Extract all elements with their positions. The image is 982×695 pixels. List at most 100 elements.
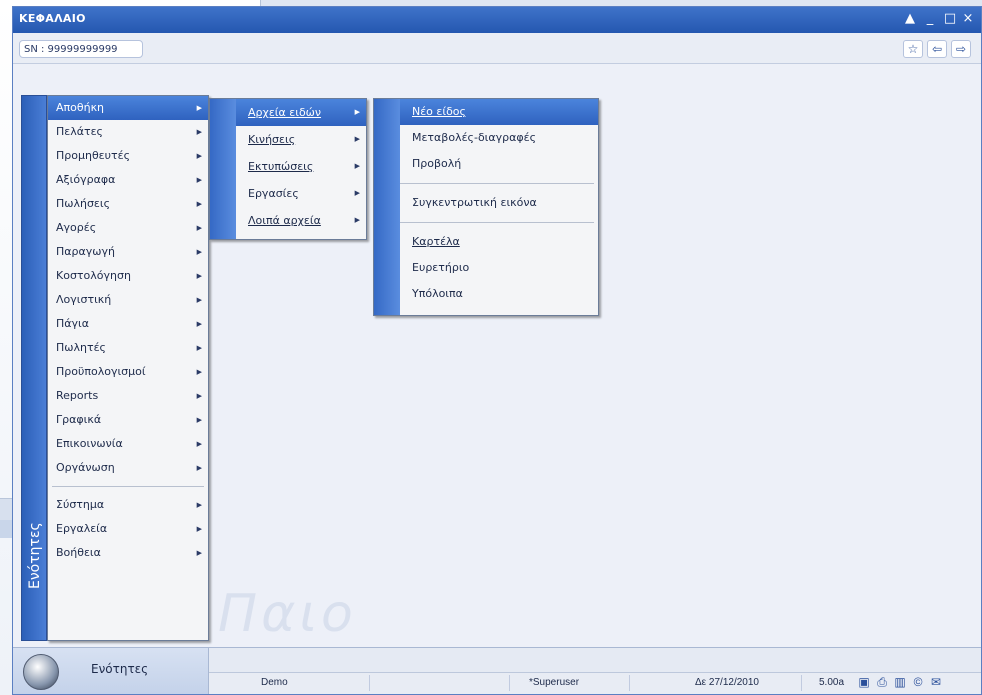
submenu-arrow-icon: ▶ <box>196 525 202 533</box>
menu-item-index[interactable]: Ευρετήριο <box>400 255 598 281</box>
menu-item-tools[interactable]: Εργαλεία ▶ <box>48 517 208 541</box>
menu-item-budgets[interactable]: Προϋπολογισμοί ▶ <box>48 360 208 384</box>
submenu-arrow-icon: ▶ <box>354 189 360 197</box>
watermark-logo: Παιο <box>218 584 357 644</box>
menu-item-label: Ευρετήριο <box>412 261 470 274</box>
expand-icon[interactable]: ▲ <box>901 11 919 27</box>
status-user: *Superuser <box>529 677 580 688</box>
menu-item-label: Προμηθευτές <box>56 149 131 162</box>
menu-item-card[interactable]: Καρτέλα <box>400 229 598 255</box>
menu-item-other-files[interactable]: Λοιπά αρχεία ▶ <box>236 207 366 234</box>
menu-item-customers[interactable]: Πελάτες ▶ <box>48 120 208 144</box>
menu-item-graphics[interactable]: Γραφικά ▶ <box>48 408 208 432</box>
menu-item-label: Σύστημα <box>56 498 105 511</box>
submenu-arrow-icon: ▶ <box>354 108 360 116</box>
menu-item-label: Εργαλεία <box>56 522 108 535</box>
menu-item-summary-view[interactable]: Συγκεντρωτική εικόνα <box>400 190 598 216</box>
status-version: 5.00a <box>819 677 845 688</box>
star-icon[interactable]: ☆ <box>903 40 923 58</box>
menu-item-fixed-assets[interactable]: Πάγια ▶ <box>48 312 208 336</box>
menu-item-securities[interactable]: Αξιόγραφα ▶ <box>48 168 208 192</box>
barcode-icon[interactable]: ▥ <box>893 675 907 689</box>
submenu-arrow-icon: ▶ <box>196 549 202 557</box>
submenu-arrow-icon: ▶ <box>196 272 202 280</box>
menu-item-label: Λογιστική <box>56 293 112 306</box>
bottom-bar: Ενότητες Demo *Superuser Δε 27/12/2010 5… <box>13 647 981 694</box>
status-separator <box>801 675 802 691</box>
submenu-arrow-icon: ▶ <box>354 162 360 170</box>
menu-item-view[interactable]: Προβολή <box>400 151 598 177</box>
submenu-arrow-icon: ▶ <box>196 176 202 184</box>
menu-item-warehouse[interactable]: Αποθήκη ▶ <box>48 96 208 120</box>
menu-item-label: Νέο είδος <box>412 105 466 118</box>
menu-item-costing[interactable]: Κοστολόγηση ▶ <box>48 264 208 288</box>
menu-item-tasks[interactable]: Εργασίες ▶ <box>236 180 366 207</box>
menu-item-label: Πωλητές <box>56 341 106 354</box>
menu-item-label: Παραγωγή <box>56 245 115 258</box>
submenu-arrow-icon: ▶ <box>196 296 202 304</box>
minimize-button[interactable]: _ <box>921 11 939 27</box>
menu-item-purchases[interactable]: Αγορές ▶ <box>48 216 208 240</box>
network-icon[interactable]: ▣ <box>857 675 871 689</box>
status-company: Demo <box>261 677 288 688</box>
menu-item-movements[interactable]: Κινήσεις ▶ <box>236 126 366 153</box>
menu-item-accounting[interactable]: Λογιστική ▶ <box>48 288 208 312</box>
submenu-icon-column <box>210 99 236 239</box>
modules-start-label: Ενότητες <box>91 662 149 676</box>
menu-item-salesmen[interactable]: Πωλητές ▶ <box>48 336 208 360</box>
menu-item-label: Αρχεία ειδών <box>248 106 322 119</box>
submenu-arrow-icon: ▶ <box>196 392 202 400</box>
menu-item-organization[interactable]: Οργάνωση ▶ <box>48 456 208 480</box>
menu-separator <box>378 222 594 223</box>
menu-item-production[interactable]: Παραγωγή ▶ <box>48 240 208 264</box>
menu-item-label: Αγορές <box>56 221 97 234</box>
menu-item-balances[interactable]: Υπόλοιπα <box>400 281 598 307</box>
toolbar: SN : 99999999999 ☆ ⇦ ⇨ <box>13 33 981 64</box>
arrow-right-icon[interactable]: ⇨ <box>951 40 971 58</box>
submenu-arrow-icon: ▶ <box>196 344 202 352</box>
menu-item-label: Προβολή <box>412 157 462 170</box>
status-separator <box>629 675 630 691</box>
status-bar: Demo *Superuser Δε 27/12/2010 5.00a ▣ ⎙ … <box>209 672 981 694</box>
menu-item-label: Αποθήκη <box>56 101 105 114</box>
copyright-icon[interactable]: © <box>911 675 925 689</box>
menu-separator <box>52 486 204 487</box>
menu-item-reports[interactable]: Reports ▶ <box>48 384 208 408</box>
serial-number-field: SN : 99999999999 <box>19 40 143 58</box>
menu-item-label: Πωλήσεις <box>56 197 111 210</box>
modules-start-button[interactable]: Ενότητες <box>13 648 209 694</box>
menu-item-communication[interactable]: Επικοινωνία ▶ <box>48 432 208 456</box>
close-button[interactable]: × <box>959 11 977 27</box>
submenu-arrow-icon: ▶ <box>196 320 202 328</box>
submenu-arrow-icon: ▶ <box>196 200 202 208</box>
submenu-arrow-icon: ▶ <box>196 248 202 256</box>
submenu-arrow-icon: ▶ <box>196 128 202 136</box>
menu-item-help[interactable]: Βοήθεια ▶ <box>48 541 208 565</box>
window-title: ΚΕΦΑΛΑΙΟ <box>19 12 86 25</box>
menu-item-suppliers[interactable]: Προμηθευτές ▶ <box>48 144 208 168</box>
menu-item-label: Συγκεντρωτική εικόνα <box>412 196 537 209</box>
submenu-arrow-icon: ▶ <box>354 216 360 224</box>
warehouse-submenu: Αρχεία ειδών ▶ Κινήσεις ▶ Εκτυπώσεις ▶ Εργα… <box>209 98 367 240</box>
menu-separator <box>378 183 594 184</box>
menu-item-edit-delete[interactable]: Μεταβολές-διαγραφές <box>400 125 598 151</box>
start-logo-icon <box>23 654 59 690</box>
submenu-icon-column <box>374 99 400 315</box>
submenu-arrow-icon: ▶ <box>196 224 202 232</box>
menu-item-label: Οργάνωση <box>56 461 115 474</box>
submenu-arrow-icon: ▶ <box>196 416 202 424</box>
menu-item-label: Μεταβολές-διαγραφές <box>412 131 537 144</box>
arrow-left-icon[interactable]: ⇦ <box>927 40 947 58</box>
submenu-arrow-icon: ▶ <box>196 104 202 112</box>
mail-icon[interactable]: ✉ <box>929 675 943 689</box>
printer-icon[interactable]: ⎙ <box>875 675 889 689</box>
menu-item-label: Reports <box>56 389 99 402</box>
menu-item-new-item[interactable]: Νέο είδος <box>400 99 598 125</box>
modules-side-label: Ενότητες <box>27 522 43 589</box>
menu-item-sales[interactable]: Πωλήσεις ▶ <box>48 192 208 216</box>
menu-item-system[interactable]: Σύστημα ▶ <box>48 493 208 517</box>
menu-item-printouts[interactable]: Εκτυπώσεις ▶ <box>236 153 366 180</box>
menu-item-item-files[interactable]: Αρχεία ειδών ▶ <box>236 99 366 126</box>
menu-item-label: Καρτέλα <box>412 235 460 248</box>
maximize-button[interactable]: □ <box>941 11 959 27</box>
